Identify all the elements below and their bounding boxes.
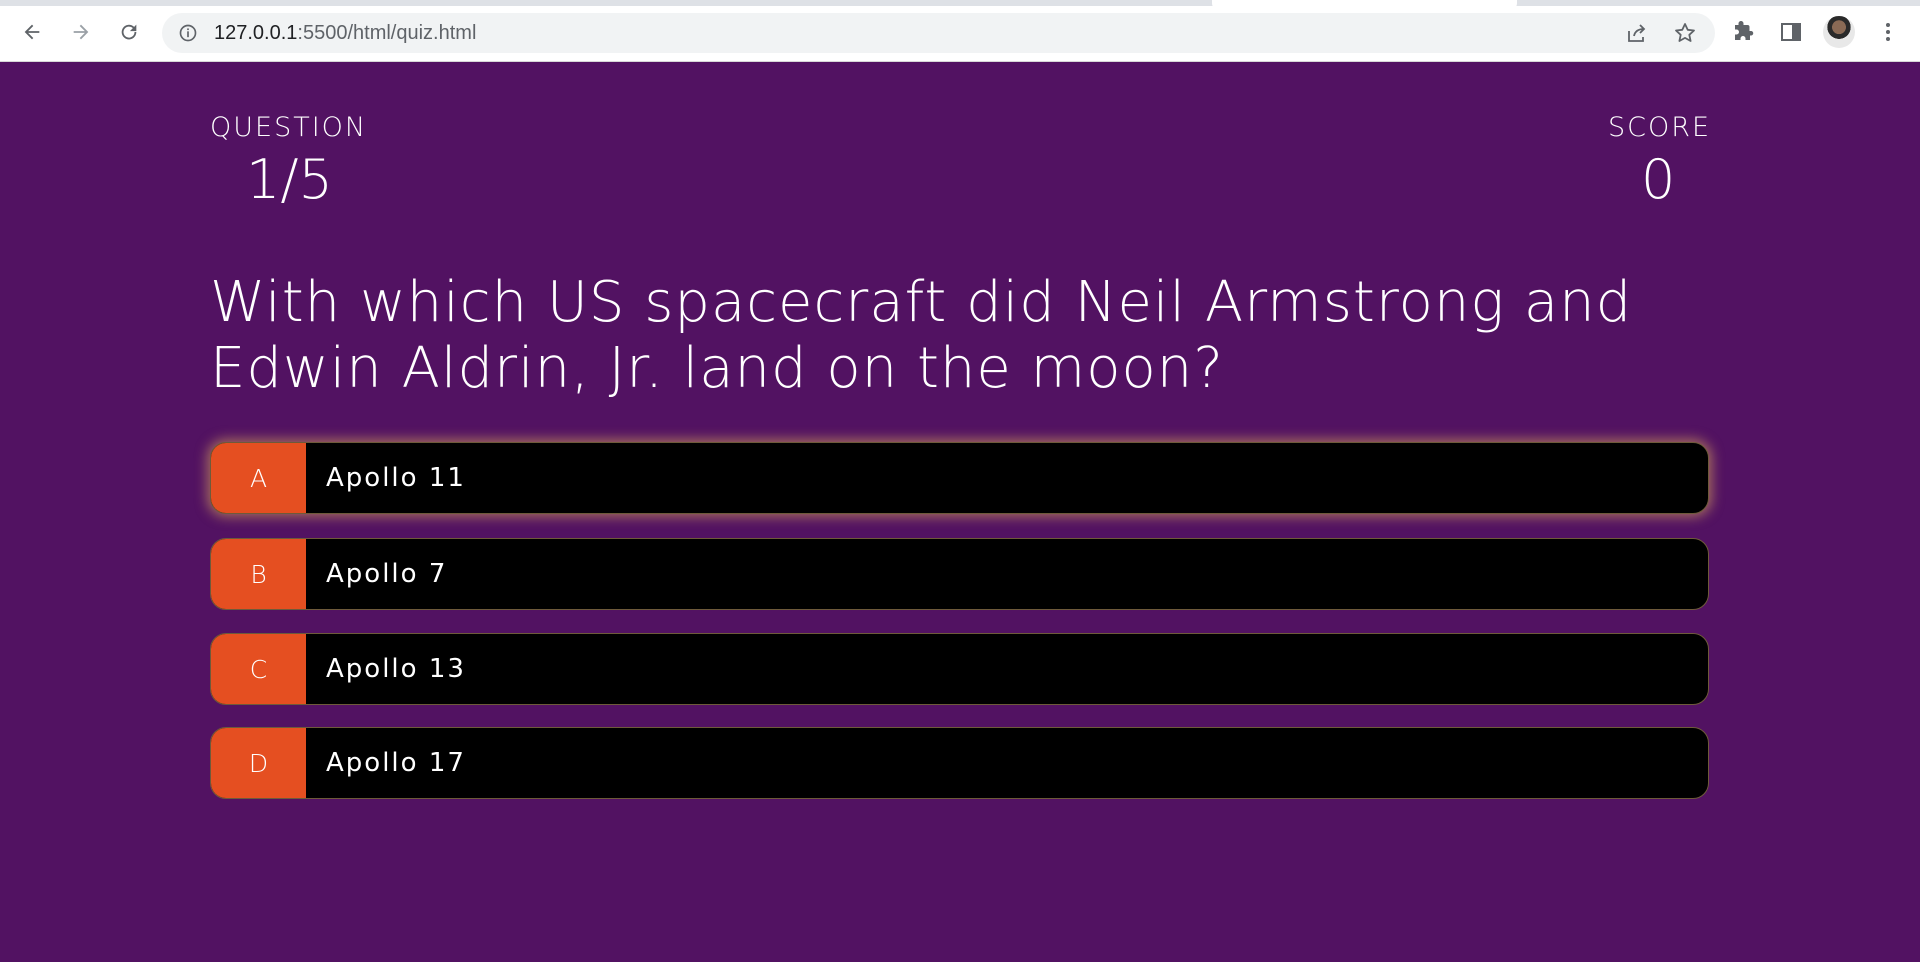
info-icon[interactable]	[178, 23, 198, 43]
menu-kebab-icon[interactable]	[1876, 20, 1900, 44]
question-label: QUESTION	[210, 112, 368, 143]
choice-prefix: D	[211, 728, 306, 798]
choice-text: Apollo 11	[326, 463, 466, 493]
star-icon[interactable]	[1673, 21, 1697, 45]
share-icon[interactable]	[1625, 21, 1649, 45]
choice-prefix: C	[211, 634, 306, 704]
quiz-page: QUESTION 1/5 SCORE 0 With which US space…	[0, 62, 1920, 962]
browser-toolbar: 127.0.0.1:5500/html/quiz.html	[0, 0, 1920, 62]
extensions-icon[interactable]	[1731, 20, 1755, 44]
choice-a[interactable]: A Apollo 11	[210, 442, 1709, 514]
arrow-right-icon	[73, 24, 89, 40]
choice-text: Apollo 7	[326, 559, 448, 589]
choice-text: Apollo 17	[326, 748, 466, 778]
choice-b[interactable]: B Apollo 7	[210, 538, 1709, 610]
question-progress: 1/5	[246, 148, 333, 211]
choice-prefix: A	[211, 443, 306, 513]
question-text: With which US spacecraft did Neil Armstr…	[210, 270, 1633, 401]
url-text[interactable]: 127.0.0.1:5500/html/quiz.html	[214, 22, 476, 45]
choice-text: Apollo 13	[326, 654, 466, 684]
choice-prefix: B	[211, 539, 306, 609]
score-value: 0	[1641, 148, 1676, 211]
side-panel-icon[interactable]	[1779, 20, 1803, 44]
forward-button[interactable]	[63, 14, 99, 50]
choice-c[interactable]: C Apollo 13	[210, 633, 1709, 705]
back-button[interactable]	[14, 14, 50, 50]
reload-icon	[121, 24, 137, 40]
active-tab[interactable]	[1212, 0, 1517, 11]
tab-strip	[0, 0, 1920, 11]
url-host: 127.0.0.1	[214, 22, 298, 44]
profile-avatar[interactable]	[1823, 16, 1855, 48]
choice-d[interactable]: D Apollo 17	[210, 727, 1709, 799]
score-label: SCORE	[1608, 112, 1712, 143]
url-path: :5500/html/quiz.html	[297, 22, 477, 44]
address-bar[interactable]: 127.0.0.1:5500/html/quiz.html	[162, 13, 1715, 53]
arrow-left-icon	[24, 24, 40, 40]
reload-button[interactable]	[111, 14, 147, 50]
